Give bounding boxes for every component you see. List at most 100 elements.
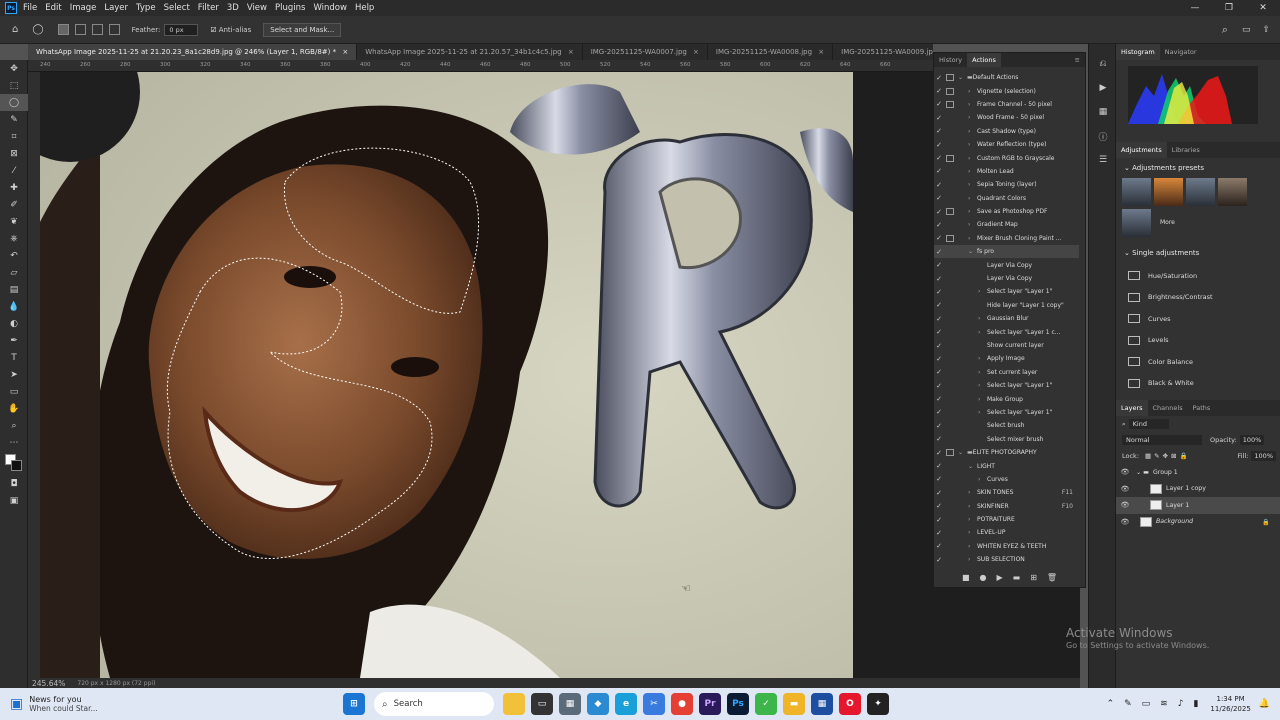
quick-select-icon[interactable]: ✎	[0, 111, 28, 128]
expand-chevron-icon[interactable]: ›	[968, 208, 977, 215]
action-row[interactable]: ✓ › Set current layer	[934, 366, 1079, 379]
task-view-icon[interactable]: ▭	[531, 693, 553, 715]
checkmark-icon[interactable]: ✓	[934, 87, 944, 95]
dialog-toggle-icon[interactable]	[946, 463, 954, 470]
eraser-icon[interactable]: ▱	[0, 264, 28, 281]
dialog-toggle-icon[interactable]	[946, 315, 954, 322]
tab-actions[interactable]: Actions	[967, 53, 1001, 67]
preset-thumb[interactable]	[1122, 209, 1151, 237]
action-row[interactable]: ✓ › Curves	[934, 473, 1079, 486]
action-row[interactable]: ✓ › Frame Channel - 50 pixel	[934, 98, 1079, 111]
checkmark-icon[interactable]: ✓	[934, 462, 944, 470]
info-icon[interactable]: ⓘ	[1089, 124, 1117, 148]
preset-thumb[interactable]	[1218, 178, 1247, 206]
search-box[interactable]: ⌕ Search	[374, 692, 494, 716]
stop-icon[interactable]: ■	[962, 573, 970, 582]
dialog-toggle-icon[interactable]	[946, 382, 954, 389]
tab-histogram[interactable]: Histogram	[1116, 44, 1160, 60]
action-row[interactable]: ✓ › Select layer "Layer 1 c...	[934, 325, 1079, 338]
expand-chevron-icon[interactable]: ›	[968, 195, 977, 202]
menu-file[interactable]: File	[23, 3, 37, 13]
expand-chevron-icon[interactable]: ›	[978, 476, 987, 483]
zoom-tool-icon[interactable]: ⌕	[0, 417, 28, 434]
checkmark-icon[interactable]: ✓	[934, 234, 944, 242]
new-set-icon[interactable]: ▬	[1013, 573, 1021, 582]
taskbar-app-icon[interactable]: ✓	[755, 693, 777, 715]
wifi-icon[interactable]: ≋	[1160, 699, 1168, 709]
subtract-selection-icon[interactable]	[91, 24, 103, 35]
dialog-toggle-icon[interactable]	[946, 529, 954, 536]
layer-row[interactable]: 👁 Layer 1	[1116, 497, 1280, 514]
checkmark-icon[interactable]: ✓	[934, 502, 944, 510]
dialog-toggle-icon[interactable]	[946, 355, 954, 362]
expand-chevron-icon[interactable]: ⌄	[958, 74, 967, 81]
expand-chevron-icon[interactable]: ›	[978, 396, 987, 403]
action-row[interactable]: ✓ › POTRAITURE	[934, 513, 1079, 526]
expand-chevron-icon[interactable]: ›	[968, 529, 977, 536]
dialog-toggle-icon[interactable]	[946, 221, 954, 228]
type-tool-icon[interactable]: T	[0, 349, 28, 366]
dialog-toggle-icon[interactable]	[946, 302, 954, 309]
document-tab[interactable]: WhatsApp Image 2025-11-25 at 21.20.57_34…	[357, 44, 583, 60]
checkmark-icon[interactable]: ✓	[934, 382, 944, 390]
premiere-icon[interactable]: Pr	[699, 693, 721, 715]
document-canvas[interactable]: ☜	[40, 72, 853, 678]
checkmark-icon[interactable]: ✓	[934, 556, 944, 564]
menu-type[interactable]: Type	[136, 3, 156, 13]
properties-icon[interactable]: ☰	[1089, 148, 1117, 172]
dialog-toggle-icon[interactable]	[946, 476, 954, 483]
expand-chevron-icon[interactable]: ⌄	[958, 449, 967, 456]
chevron-up-icon[interactable]: ⌃	[1107, 699, 1115, 709]
move-tool-icon[interactable]: ✥	[0, 60, 28, 77]
chrome-icon[interactable]: ●	[671, 693, 693, 715]
dialog-toggle-icon[interactable]	[946, 543, 954, 550]
action-row[interactable]: ✓ › Custom RGB to Grayscale	[934, 151, 1079, 164]
action-row[interactable]: ✓ ⌄ fs pro	[934, 245, 1079, 259]
action-row[interactable]: ✓ › Mixer Brush Cloning Paint ...	[934, 232, 1079, 245]
trash-icon[interactable]: 🗑	[1047, 573, 1057, 582]
dialog-toggle-icon[interactable]	[946, 503, 954, 510]
action-row[interactable]: ✓ Show current layer	[934, 339, 1079, 352]
checkmark-icon[interactable]: ✓	[934, 261, 944, 269]
dialog-toggle-icon[interactable]	[946, 436, 954, 443]
action-row[interactable]: ✓ › Cast Shadow (type)	[934, 125, 1079, 138]
preset-thumb[interactable]	[1122, 178, 1151, 206]
expand-chevron-icon[interactable]: ⌄	[968, 463, 977, 470]
expand-chevron-icon[interactable]: ›	[968, 221, 977, 228]
checkmark-icon[interactable]: ✓	[934, 208, 944, 216]
dialog-toggle-icon[interactable]	[946, 248, 954, 255]
kind-select[interactable]: Kind	[1128, 419, 1169, 429]
color-swatches[interactable]	[0, 451, 28, 475]
dialog-toggle-icon[interactable]	[946, 262, 954, 269]
lock-icons[interactable]: ▦✎✥⊠🔒	[1145, 452, 1191, 460]
action-row[interactable]: ✓ › Gradient Map	[934, 218, 1079, 231]
menu-filter[interactable]: Filter	[198, 3, 219, 13]
document-tab[interactable]: IMG-20251125-WA0009.jpg ×	[833, 44, 933, 60]
dialog-toggle-icon[interactable]	[946, 369, 954, 376]
lasso-tool-icon[interactable]: ◯	[0, 94, 28, 111]
action-row[interactable]: ✓ Hide layer "Layer 1 copy"	[934, 299, 1079, 312]
action-row[interactable]: ✓ › SKIN TONES F11	[934, 486, 1079, 499]
action-row[interactable]: ✓ ⌄ LIGHT	[934, 459, 1079, 472]
blend-mode-select[interactable]: Normal	[1122, 435, 1202, 445]
action-row[interactable]: ✓ › LEVEL-UP	[934, 526, 1079, 539]
frame-tool-icon[interactable]: ⊠	[0, 145, 28, 162]
action-row[interactable]: ✓ › SKINFINER F10	[934, 500, 1079, 513]
volume-icon[interactable]: ♪	[1178, 699, 1184, 709]
pen-icon[interactable]: ✎	[1124, 699, 1132, 709]
new-action-icon[interactable]: ⊞	[1030, 573, 1037, 582]
dialog-toggle-icon[interactable]	[946, 449, 954, 457]
dialog-toggle-icon[interactable]	[946, 275, 954, 282]
checkmark-icon[interactable]: ✓	[934, 368, 944, 376]
close-tab-icon[interactable]: ×	[691, 48, 699, 56]
history-brush-icon[interactable]: ↶	[0, 247, 28, 264]
dialog-toggle-icon[interactable]	[946, 288, 954, 295]
taskbar-app-icon[interactable]	[503, 693, 525, 715]
action-row[interactable]: ✓ › Wood Frame - 50 pixel	[934, 111, 1079, 124]
dialog-toggle-icon[interactable]	[946, 87, 954, 95]
checkmark-icon[interactable]: ✓	[934, 127, 944, 135]
adjustment-item[interactable]: Black & White	[1116, 373, 1280, 395]
checkmark-icon[interactable]: ✓	[934, 449, 944, 457]
adjustment-item[interactable]: Curves	[1116, 308, 1280, 330]
menu-help[interactable]: Help	[355, 3, 374, 13]
